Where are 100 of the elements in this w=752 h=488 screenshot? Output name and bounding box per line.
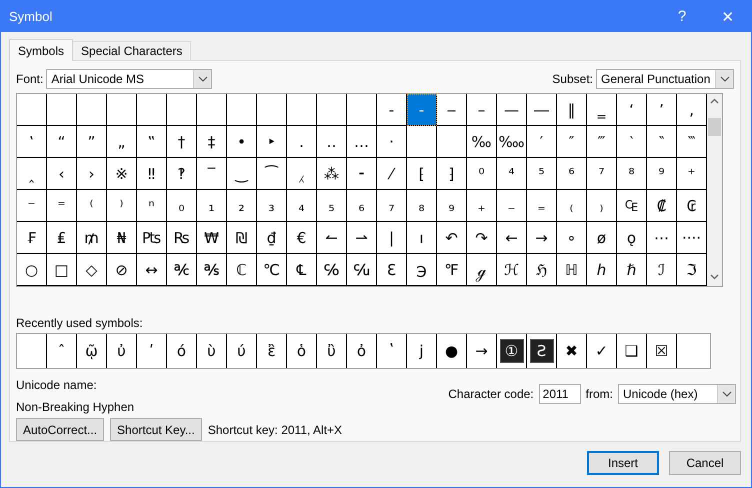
recent-symbol-cell[interactable]: ✓ [587,334,617,368]
symbol-cell[interactable]: ⇀ [347,222,377,254]
symbol-cell[interactable]: … [347,126,377,158]
symbol-cell[interactable]: ₣ [17,222,47,254]
symbol-cell[interactable]: ‼ [137,158,167,190]
recent-symbol-cell[interactable]: j [407,334,437,368]
symbol-cell[interactable]: ↼ [317,222,347,254]
symbol-cell[interactable]: ₫ [257,222,287,254]
symbol-cell[interactable]: – [467,94,497,126]
symbol-cell[interactable]: □ [47,254,77,286]
symbol-cell[interactable]: ℈ [407,254,437,286]
symbol-cell[interactable]: ₌ [527,190,557,222]
symbol-cell[interactable]: → [527,222,557,254]
help-button[interactable]: ? [659,1,705,32]
symbol-cell[interactable] [317,94,347,126]
symbol-cell[interactable] [17,94,47,126]
dialog-button[interactable]: Shortcut Key... [110,418,202,441]
symbol-cell[interactable]: ǫ [617,222,647,254]
symbol-cell[interactable]: ı [407,222,437,254]
symbol-cell[interactable]: ⁿ [137,190,167,222]
cancel-button[interactable]: Cancel [669,451,741,475]
symbol-cell[interactable]: — [497,94,527,126]
symbol-cell[interactable]: ℅ [317,254,347,286]
recent-symbol-cell[interactable]: ☒ [647,334,677,368]
symbol-cell[interactable]: ₩ [197,222,227,254]
symbol-cell[interactable]: › [77,158,107,190]
symbol-cell[interactable]: ⁂ [317,158,347,190]
symbol-cell[interactable]: ⁾ [107,190,137,222]
recent-symbol-cell[interactable]: ● [437,334,467,368]
symbol-cell[interactable]: ₀ [167,190,197,222]
symbol-cell[interactable]: ‥ [317,126,347,158]
symbol-cell[interactable]: ₡ [647,190,677,222]
symbol-cell[interactable]: ⁀ [257,158,287,190]
symbol-cell[interactable]: ‶ [647,126,677,158]
symbol-cell[interactable]: ₃ [257,190,287,222]
tab[interactable]: Special Characters [72,41,192,60]
symbol-cell[interactable]: ø [587,222,617,254]
scrollbar-thumb[interactable] [708,118,721,136]
tab[interactable]: Symbols [9,39,74,61]
symbol-cell[interactable]: ○ [17,254,47,286]
symbol-cell[interactable]: ′ [527,126,557,158]
symbol-cell[interactable]: ’ [647,94,677,126]
symbol-cell[interactable]: ‣ [257,126,287,158]
symbol-cell[interactable]: ◇ [77,254,107,286]
recent-symbol-cell[interactable]: ʽ [377,334,407,368]
symbol-cell[interactable]: ― [527,94,557,126]
symbol-cell[interactable]: ₆ [347,190,377,222]
recent-symbol-cell[interactable]: ὁ [287,334,317,368]
symbol-cell[interactable]: ⁅ [407,158,437,190]
symbol-cell[interactable] [107,94,137,126]
symbol-cell[interactable]: ‿ [227,158,257,190]
symbol-cell[interactable] [197,94,227,126]
recent-symbol-cell[interactable]: ˆ [47,334,77,368]
recent-symbol-cell[interactable]: ó [167,334,197,368]
symbol-cell[interactable]: ⁄ [377,158,407,190]
symbol-cell[interactable]: ⁹ [647,158,677,190]
symbol-cell[interactable]: ‧ [377,126,407,158]
symbol-cell[interactable]: ↷ [467,222,497,254]
symbol-cell[interactable]: ₅ [317,190,347,222]
symbol-cell[interactable]: ₎ [587,190,617,222]
font-dropdown[interactable]: Arial Unicode MS [46,69,212,89]
symbol-cell[interactable]: ‑ [407,94,437,126]
symbol-cell[interactable]: ‾ [197,158,227,190]
symbol-cell[interactable]: ℇ [377,254,407,286]
symbol-cell[interactable]: ℊ [467,254,497,286]
symbol-cell[interactable]: ℋ [497,254,527,286]
symbol-cell[interactable]: ℆ [347,254,377,286]
symbol-cell[interactable]: ․ [287,126,317,158]
symbol-cell[interactable]: ℉ [437,254,467,286]
symbol-cell[interactable]: ※ [107,158,137,190]
symbol-cell[interactable]: ‽ [167,158,197,190]
symbol-cell[interactable]: ‴ [587,126,617,158]
symbol-cell[interactable]: € [287,222,317,254]
symbol-cell[interactable]: ↶ [437,222,467,254]
symbol-cell[interactable]: ‖ [557,94,587,126]
symbol-cell[interactable]: ₪ [227,222,257,254]
symbol-cell[interactable]: ⁰ [467,158,497,190]
symbol-cell[interactable]: ₉ [437,190,467,222]
symbol-cell[interactable]: ℄ [287,254,317,286]
symbol-cell[interactable]: ‵ [617,126,647,158]
insert-button[interactable]: Insert [587,451,659,475]
symbol-cell[interactable]: • [227,126,257,158]
symbol-cell[interactable] [47,94,77,126]
symbol-cell[interactable] [437,126,467,158]
symbol-cell[interactable]: ℁ [197,254,227,286]
symbol-cell[interactable]: ⁁ [287,158,317,190]
symbol-cell[interactable]: ⁼ [47,190,77,222]
symbol-cell[interactable]: ⊘ [107,254,137,286]
symbol-cell[interactable]: ‘ [617,94,647,126]
scrollbar[interactable] [707,94,722,286]
symbol-cell[interactable]: ₨ [167,222,197,254]
symbol-cell[interactable]: ₠ [617,190,647,222]
symbol-cell[interactable]: ₦ [107,222,137,254]
symbol-cell[interactable] [257,94,287,126]
symbol-cell[interactable]: ‱ [497,126,527,158]
symbol-cell[interactable]: ℃ [257,254,287,286]
symbol-cell[interactable]: ⁻ [17,190,47,222]
symbol-cell[interactable]: ‗ [587,94,617,126]
symbol-cell[interactable] [347,94,377,126]
symbol-cell[interactable]: ⁽ [77,190,107,222]
